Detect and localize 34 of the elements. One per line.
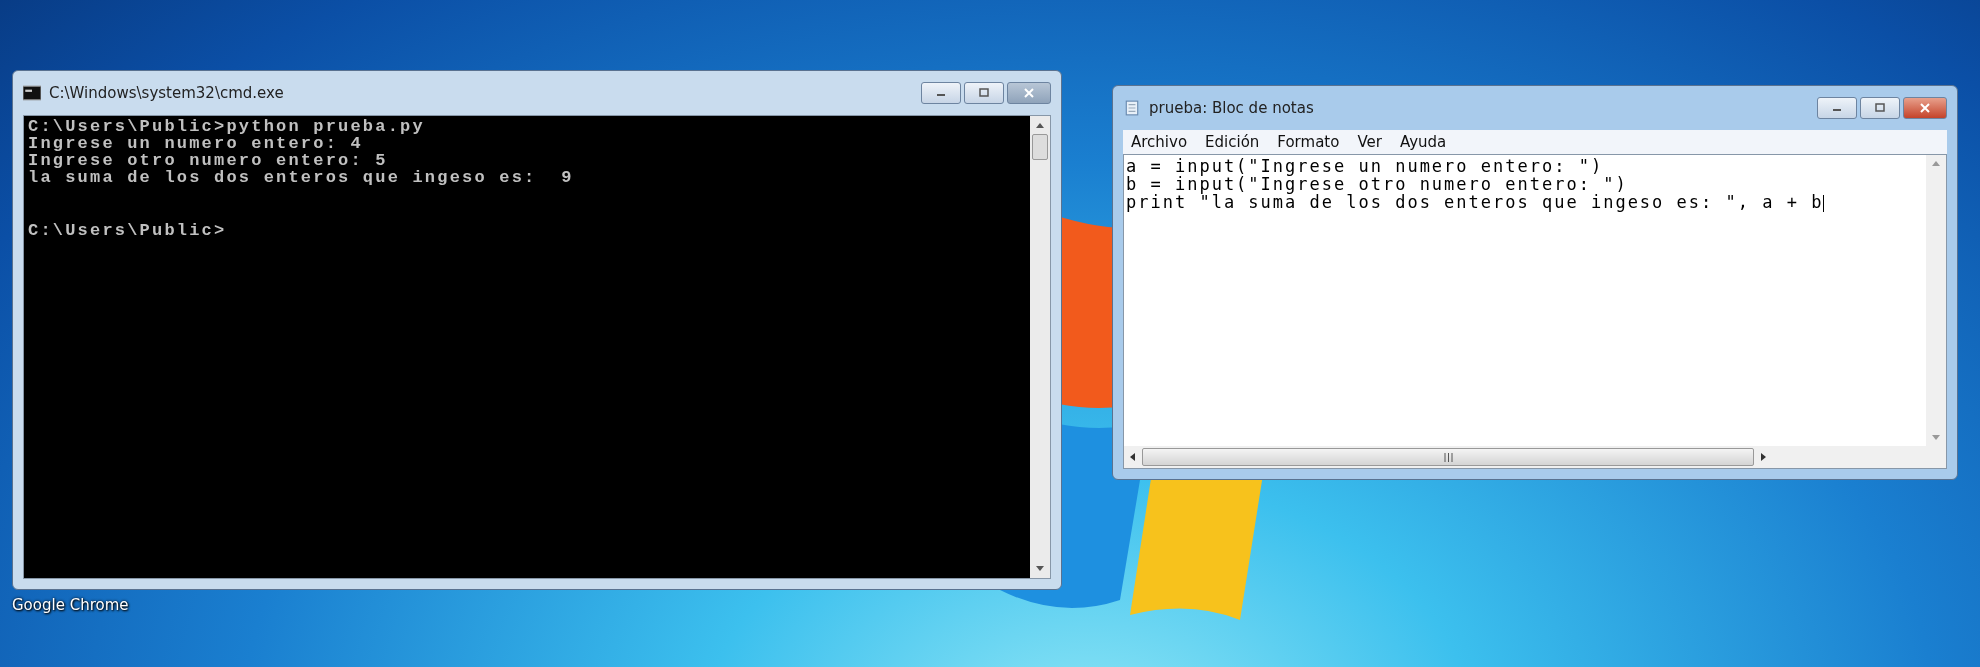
console-prompt: C:\Users\Public> — [28, 222, 228, 239]
console-line: C:\Users\Public>python prueba.py — [28, 118, 426, 135]
code-line: b = input("Ingrese otro numero entero: ") — [1126, 175, 1628, 193]
maximize-button[interactable] — [964, 82, 1004, 104]
scroll-right-icon[interactable] — [1760, 453, 1768, 461]
notepad-icon — [1123, 100, 1141, 116]
menu-item[interactable]: Formato — [1277, 133, 1340, 151]
close-icon — [1919, 103, 1931, 113]
close-icon — [1023, 88, 1035, 98]
close-button[interactable] — [1007, 82, 1051, 104]
maximize-icon — [978, 88, 990, 98]
console-line: Ingrese otro numero entero: 5 — [28, 152, 389, 169]
menu-item[interactable]: Ayuda — [1399, 133, 1447, 151]
maximize-button[interactable] — [1860, 97, 1900, 119]
grip-icon — [1443, 452, 1453, 462]
scroll-up-icon[interactable] — [1036, 122, 1044, 128]
text-editor[interactable]: a = input("Ingrese un numero entero: ") b = input("Ingrese otro numero entero: ") print "la suma de los dos enteros que ingeso es: ", a + b — [1123, 154, 1947, 469]
code-line: print "la suma de los dos enteros que ingeso es: ", a + b — [1126, 193, 1826, 212]
menu-item[interactable]: Archivo — [1131, 133, 1188, 151]
window-title: prueba: Bloc de notas — [1149, 99, 1314, 117]
minimize-button[interactable] — [1817, 97, 1857, 119]
code-line: a = input("Ingrese un numero entero: ") — [1126, 157, 1605, 175]
console-line: Ingrese un numero entero: 4 — [28, 135, 364, 152]
menu-item[interactable]: Edición — [1205, 133, 1260, 151]
console-line: la suma de los dos enteros que ingeso es: 9 — [28, 169, 575, 186]
scroll-down-icon[interactable] — [1036, 566, 1044, 572]
console-icon — [23, 85, 41, 101]
maximize-icon — [1874, 103, 1886, 113]
close-button[interactable] — [1903, 97, 1947, 119]
desktop-icon-label[interactable]: Google Chrome — [12, 596, 129, 614]
menu-item[interactable]: Ver — [1357, 133, 1382, 151]
window-title: C:\Windows\system32\cmd.exe — [49, 84, 284, 102]
scroll-left-icon[interactable] — [1128, 453, 1136, 461]
minimize-button[interactable] — [921, 82, 961, 104]
